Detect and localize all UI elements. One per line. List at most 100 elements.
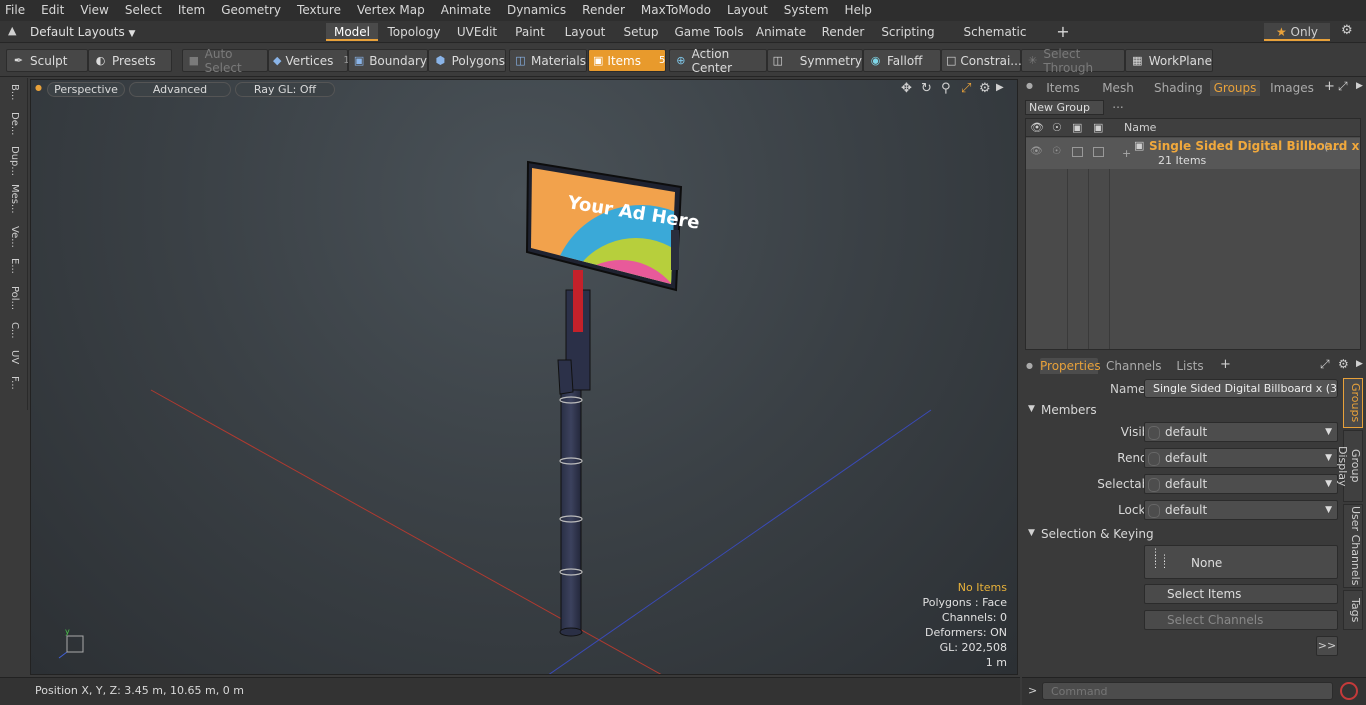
left-tab-edge[interactable]: E... bbox=[4, 258, 20, 274]
row-select-checkbox[interactable] bbox=[1093, 147, 1104, 157]
locked-dropdown[interactable]: default ▼ bbox=[1144, 500, 1338, 520]
constraints-button[interactable]: □ Constrai... bbox=[941, 49, 1022, 72]
group-row[interactable]: 👁 ☉ + ▣ Single Sided Digital Billboard x… bbox=[1026, 138, 1360, 169]
tab-schematic-fusion[interactable]: Schematic Fusion bbox=[948, 23, 1042, 57]
menu-dynamics[interactable]: Dynamics bbox=[502, 0, 572, 21]
more-button[interactable]: >> bbox=[1316, 636, 1338, 656]
left-tab-uv[interactable]: UV bbox=[4, 350, 20, 364]
add-properties-tab-icon[interactable]: + bbox=[1220, 357, 1231, 372]
panel-dot-icon[interactable]: ● bbox=[1026, 81, 1033, 90]
select-channels-button[interactable]: Select Channels bbox=[1144, 610, 1338, 630]
select-items-button[interactable]: Select Items bbox=[1144, 584, 1338, 604]
tab-setup[interactable]: Setup bbox=[618, 23, 664, 41]
left-tab-vertex[interactable]: Ve... bbox=[4, 226, 20, 248]
expand-plus-icon[interactable]: + bbox=[1122, 147, 1131, 160]
side-tab-groups[interactable]: Groups bbox=[1343, 378, 1363, 428]
left-tab-deform[interactable]: De... bbox=[4, 112, 20, 135]
row-eye-icon[interactable]: 👁 bbox=[1030, 146, 1043, 157]
side-tab-user-channels[interactable]: User Channels bbox=[1343, 504, 1363, 588]
tab-images[interactable]: Images bbox=[1268, 80, 1316, 96]
none-keying-button[interactable]: ⋮ ⋮⋮ ⋮⋮ None bbox=[1144, 545, 1338, 579]
tab-animate[interactable]: Animate bbox=[752, 23, 810, 41]
action-center-button[interactable]: ⊕ Action Center bbox=[669, 47, 767, 75]
menu-file[interactable]: File bbox=[0, 0, 31, 21]
record-icon[interactable] bbox=[1340, 682, 1358, 700]
new-group-button[interactable]: New Group bbox=[1025, 100, 1104, 115]
3d-viewport[interactable]: ● Perspective Advanced Ray GL: Off ✥ ↻ ⚲… bbox=[30, 79, 1018, 675]
row-lock-checkbox[interactable] bbox=[1072, 147, 1083, 157]
layout-expand-icon[interactable]: ▲ bbox=[8, 24, 16, 37]
left-tab-fusion[interactable]: F... bbox=[4, 376, 20, 390]
menu-animate[interactable]: Animate bbox=[436, 0, 497, 21]
workplane-button[interactable]: ▦ WorkPlane bbox=[1125, 49, 1213, 72]
selection-collapse-icon[interactable]: ▼ bbox=[1028, 528, 1035, 538]
only-button[interactable]: ★ Only bbox=[1264, 23, 1330, 41]
polygons-button[interactable]: ⬢ Polygons bbox=[428, 49, 506, 72]
expand-panel-icon[interactable]: ⤢ bbox=[1338, 79, 1348, 94]
menu-vertex-map[interactable]: Vertex Map bbox=[352, 0, 431, 21]
presets-button[interactable]: ◐ Presets bbox=[88, 49, 172, 72]
side-tab-tags[interactable]: Tags bbox=[1343, 590, 1363, 630]
tab-layout[interactable]: Layout bbox=[560, 23, 610, 41]
tab-uvedit[interactable]: UVEdit bbox=[452, 23, 502, 41]
tab-scripting[interactable]: Scripting bbox=[878, 23, 938, 41]
visible-dropdown[interactable]: default ▼ bbox=[1144, 422, 1338, 442]
members-collapse-icon[interactable]: ▼ bbox=[1028, 404, 1035, 414]
select-through-button[interactable]: ✳ Select Through bbox=[1021, 47, 1125, 75]
row-render-icon[interactable]: ☉ bbox=[1052, 146, 1061, 157]
name-column-header[interactable]: Name bbox=[1124, 121, 1156, 134]
boundary-button[interactable]: ▣ Boundary bbox=[348, 49, 428, 72]
menu-render[interactable]: Render bbox=[577, 0, 631, 21]
properties-more-icon[interactable]: ▶ bbox=[1356, 359, 1363, 369]
properties-dot-icon[interactable]: ● bbox=[1026, 361, 1033, 370]
tab-mesh[interactable]: Mesh ... bbox=[1096, 80, 1140, 111]
tab-channels[interactable]: Channels bbox=[1106, 358, 1162, 374]
items-button[interactable]: ▣ Items 5 bbox=[588, 49, 666, 72]
render-icon[interactable]: ☉ bbox=[1052, 121, 1062, 134]
menu-layout[interactable]: Layout bbox=[722, 0, 774, 21]
tab-render[interactable]: Render bbox=[818, 23, 868, 41]
tab-properties[interactable]: Properties bbox=[1040, 358, 1101, 374]
lock-icon[interactable]: ▣ bbox=[1072, 121, 1082, 134]
tab-groups[interactable]: Groups bbox=[1210, 80, 1260, 96]
menu-view[interactable]: View bbox=[75, 0, 114, 21]
symmetry-button[interactable]: ◫ Symmetry bbox=[767, 49, 863, 72]
expand-properties-icon[interactable]: ⤢ bbox=[1320, 357, 1330, 372]
render-dropdown[interactable]: default ▼ bbox=[1144, 448, 1338, 468]
menu-edit[interactable]: Edit bbox=[36, 0, 70, 21]
auto-select-button[interactable]: ■ Auto Select bbox=[182, 47, 268, 75]
tab-paint[interactable]: Paint bbox=[510, 23, 550, 41]
name-input[interactable]: Single Sided Digital Billboard x (3) bbox=[1144, 379, 1338, 398]
select-icon[interactable]: ▣ bbox=[1093, 121, 1103, 134]
gear-icon[interactable]: ⚙ bbox=[1341, 23, 1353, 38]
selectable-dropdown[interactable]: default ▼ bbox=[1144, 474, 1338, 494]
menu-help[interactable]: Help bbox=[840, 0, 878, 21]
falloff-button[interactable]: ◉ Falloff bbox=[863, 49, 941, 72]
tab-model[interactable]: Model bbox=[326, 23, 378, 41]
left-tab-curve[interactable]: C... bbox=[4, 322, 20, 339]
menu-select[interactable]: Select bbox=[120, 0, 168, 21]
layout-selector[interactable]: Default Layouts ▼ bbox=[30, 23, 135, 41]
tab-topology[interactable]: Topology bbox=[383, 23, 445, 41]
tab-game-tools[interactable]: Game Tools bbox=[674, 23, 744, 41]
tab-lists[interactable]: Lists bbox=[1172, 358, 1208, 374]
materials-button[interactable]: ◫ Materials bbox=[509, 49, 587, 72]
menu-system[interactable]: System bbox=[779, 0, 835, 21]
left-tab-polygon[interactable]: Pol... bbox=[4, 286, 20, 310]
menu-texture[interactable]: Texture bbox=[292, 0, 347, 21]
left-tab-duplicate[interactable]: Dup... bbox=[4, 146, 20, 176]
menu-maxtomodo[interactable]: MaxToModo bbox=[636, 0, 717, 21]
left-tab-mesh[interactable]: Mes... bbox=[4, 184, 20, 214]
properties-gear-icon[interactable]: ⚙ bbox=[1338, 357, 1349, 371]
menu-geometry[interactable]: Geometry bbox=[216, 0, 287, 21]
left-tab-basic[interactable]: B... bbox=[4, 84, 20, 100]
sculpt-button[interactable]: ✒ Sculpt bbox=[6, 49, 88, 72]
menu-item[interactable]: Item bbox=[173, 0, 211, 21]
vertices-button[interactable]: ◆ Vertices 1 bbox=[268, 49, 350, 72]
tab-shading[interactable]: Shading bbox=[1154, 80, 1203, 96]
eye-icon[interactable]: 👁 bbox=[1030, 121, 1044, 134]
add-tab-icon[interactable]: + bbox=[1052, 23, 1074, 41]
panel-more-icon[interactable]: ▶ bbox=[1356, 81, 1363, 91]
side-tab-group-display[interactable]: Group Display bbox=[1336, 430, 1363, 502]
tab-items[interactable]: Items bbox=[1042, 80, 1084, 96]
